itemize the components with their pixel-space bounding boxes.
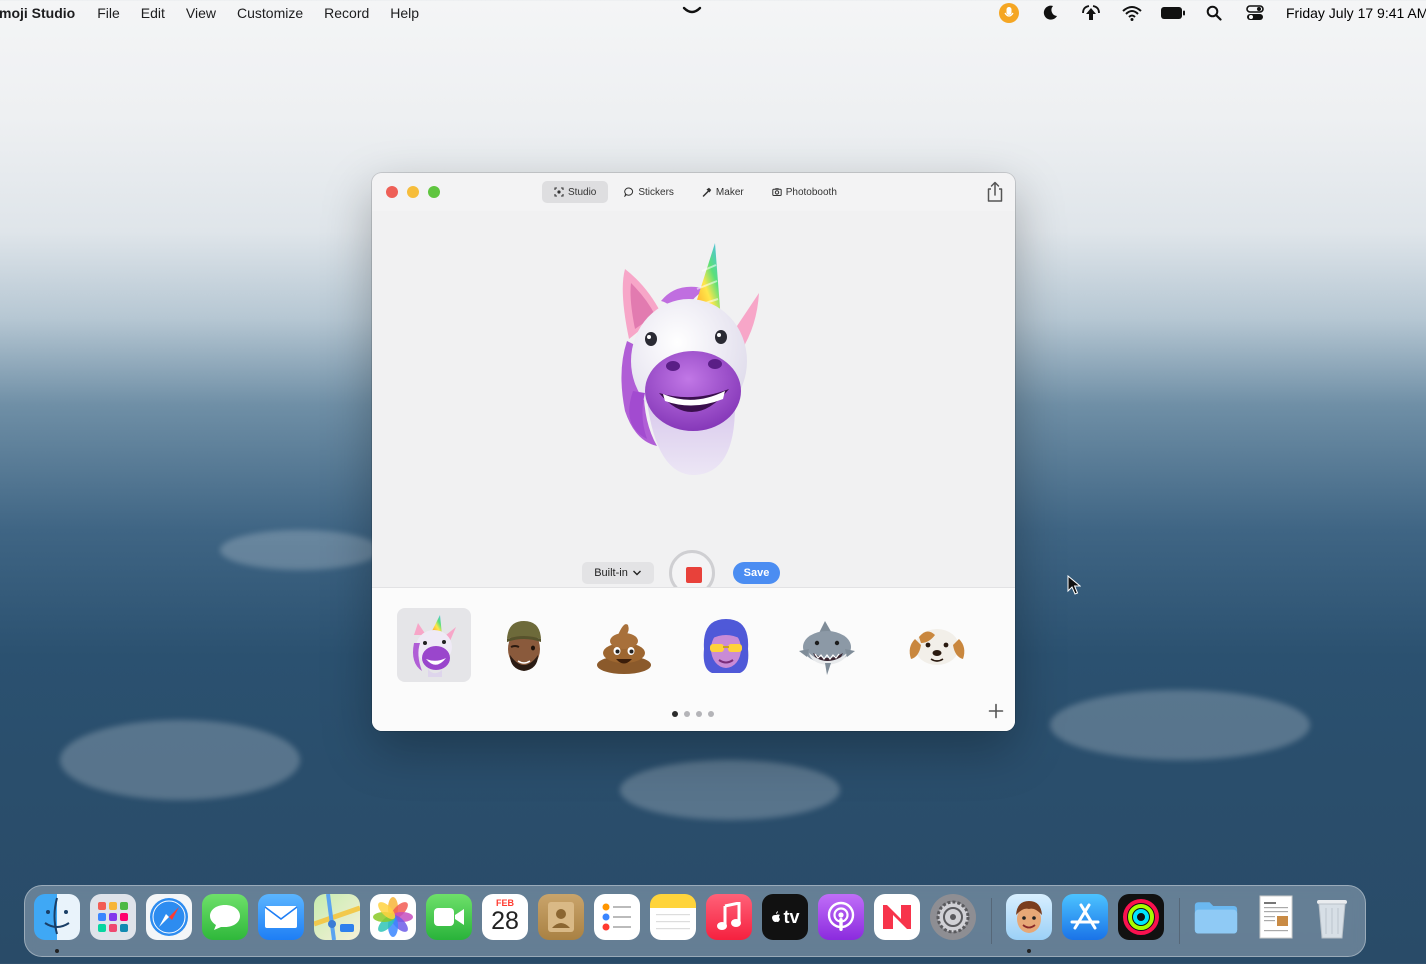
tab-photobooth-label: Photobooth bbox=[785, 186, 837, 198]
dock-mail-icon[interactable] bbox=[258, 894, 304, 940]
menu-help[interactable]: Help bbox=[390, 5, 419, 21]
dock-tv-icon[interactable]: tv bbox=[762, 894, 808, 940]
dock-separator bbox=[991, 898, 992, 944]
add-avatar-plus-icon[interactable] bbox=[987, 702, 1005, 720]
dock-news-icon[interactable] bbox=[874, 894, 920, 940]
tab-photobooth[interactable]: Photobooth bbox=[760, 181, 849, 203]
menu-clock[interactable]: Friday July 17 9:41 AM bbox=[1286, 5, 1426, 21]
close-button[interactable] bbox=[386, 186, 398, 198]
avatar-thumb-poop[interactable] bbox=[587, 608, 661, 682]
tab-stickers[interactable]: Stickers bbox=[612, 181, 686, 203]
dock-launchpad-icon[interactable] bbox=[90, 894, 136, 940]
status-area: Friday July 17 9:41 AM bbox=[984, 0, 1426, 26]
memoji-studio-running-indicator bbox=[1027, 949, 1031, 953]
page-indicator bbox=[672, 711, 714, 717]
moon-icon[interactable] bbox=[1037, 0, 1063, 26]
page-dot-2[interactable] bbox=[684, 711, 690, 717]
apple-logo-icon bbox=[772, 911, 781, 922]
dock: FEB 28 tv bbox=[24, 885, 1366, 957]
menu-file[interactable]: File bbox=[97, 5, 120, 21]
mouse-pointer-icon bbox=[1067, 575, 1081, 595]
menu-record[interactable]: Record bbox=[324, 5, 369, 21]
airdrop-icon[interactable] bbox=[1078, 0, 1104, 26]
camera-icon bbox=[772, 188, 782, 196]
dock-notes-icon[interactable] bbox=[650, 894, 696, 940]
tab-maker-label: Maker bbox=[715, 186, 744, 198]
microphone-icon[interactable] bbox=[996, 0, 1022, 26]
unicorn-avatar-preview bbox=[621, 243, 759, 476]
dock-memoji-studio-icon[interactable] bbox=[1006, 894, 1052, 940]
chevron-down-icon[interactable] bbox=[680, 4, 704, 18]
tab-studio-label: Studio bbox=[568, 186, 597, 198]
finder-running-indicator bbox=[55, 949, 59, 953]
dock-separator bbox=[1179, 898, 1180, 944]
dock-folder-icon[interactable] bbox=[1193, 894, 1239, 940]
control-center-icon[interactable] bbox=[1242, 0, 1268, 26]
dock-fitness-icon[interactable] bbox=[1118, 894, 1164, 940]
avatar-thumb-unicorn[interactable] bbox=[397, 608, 471, 682]
memoji-studio-window: Studio Stickers Maker Photobooth Built-i… bbox=[372, 173, 1015, 731]
menu-edit[interactable]: Edit bbox=[141, 5, 165, 21]
dock-music-icon[interactable] bbox=[706, 894, 752, 940]
menu-view[interactable]: View bbox=[186, 5, 216, 21]
stop-icon bbox=[686, 567, 702, 583]
save-button[interactable]: Save bbox=[733, 562, 780, 584]
calendar-day: 28 bbox=[491, 907, 519, 935]
dock-app-store-icon[interactable] bbox=[1062, 894, 1108, 940]
dock-document-icon[interactable] bbox=[1253, 894, 1299, 940]
title-bar[interactable]: Studio Stickers Maker Photobooth bbox=[372, 173, 1015, 211]
dock-system-settings-icon[interactable] bbox=[930, 894, 976, 940]
tab-maker[interactable]: Maker bbox=[690, 181, 756, 203]
wifi-icon[interactable] bbox=[1119, 0, 1145, 26]
battery-icon[interactable] bbox=[1160, 0, 1186, 26]
tv-label: tv bbox=[783, 906, 800, 927]
camera-source-dropdown[interactable]: Built-in bbox=[582, 562, 654, 584]
page-dot-3[interactable] bbox=[696, 711, 702, 717]
dock-reminders-icon[interactable] bbox=[594, 894, 640, 940]
zoom-button[interactable] bbox=[428, 186, 440, 198]
chevron-down-icon bbox=[632, 570, 641, 576]
avatar-thumb-memoji-woman[interactable] bbox=[689, 608, 763, 682]
dock-messages-icon[interactable] bbox=[202, 894, 248, 940]
avatar-thumb-dog[interactable] bbox=[900, 608, 974, 682]
avatar-thumb-memoji-man[interactable] bbox=[487, 608, 561, 682]
dock-photos-icon[interactable] bbox=[370, 894, 416, 940]
avatar-tray bbox=[372, 587, 1015, 731]
dock-safari-icon[interactable] bbox=[146, 894, 192, 940]
camera-source-label: Built-in bbox=[594, 567, 628, 579]
page-dot-1[interactable] bbox=[672, 711, 678, 717]
studio-icon bbox=[554, 187, 564, 197]
dock-trash-icon[interactable] bbox=[1309, 894, 1355, 940]
dock-podcasts-icon[interactable] bbox=[818, 894, 864, 940]
dock-maps-icon[interactable] bbox=[314, 894, 360, 940]
dock-facetime-icon[interactable] bbox=[426, 894, 472, 940]
search-icon[interactable] bbox=[1201, 0, 1227, 26]
tab-stickers-label: Stickers bbox=[638, 186, 674, 198]
dock-contacts-icon[interactable] bbox=[538, 894, 584, 940]
avatar-thumb-shark[interactable] bbox=[790, 608, 864, 682]
page-dot-4[interactable] bbox=[708, 711, 714, 717]
app-menu[interactable]: moji Studio bbox=[0, 5, 75, 21]
menu-customize[interactable]: Customize bbox=[237, 5, 303, 21]
minimize-button[interactable] bbox=[407, 186, 419, 198]
dock-calendar-icon[interactable]: FEB 28 bbox=[482, 894, 528, 940]
tab-bar: Studio Stickers Maker Photobooth bbox=[542, 181, 849, 203]
sticker-bubble-icon bbox=[624, 187, 634, 197]
avatar-stage: Built-in Save bbox=[372, 211, 1015, 596]
dock-finder-icon[interactable] bbox=[34, 894, 80, 940]
share-icon[interactable] bbox=[985, 181, 1005, 203]
tab-studio[interactable]: Studio bbox=[542, 181, 609, 203]
hammer-icon bbox=[702, 187, 712, 197]
